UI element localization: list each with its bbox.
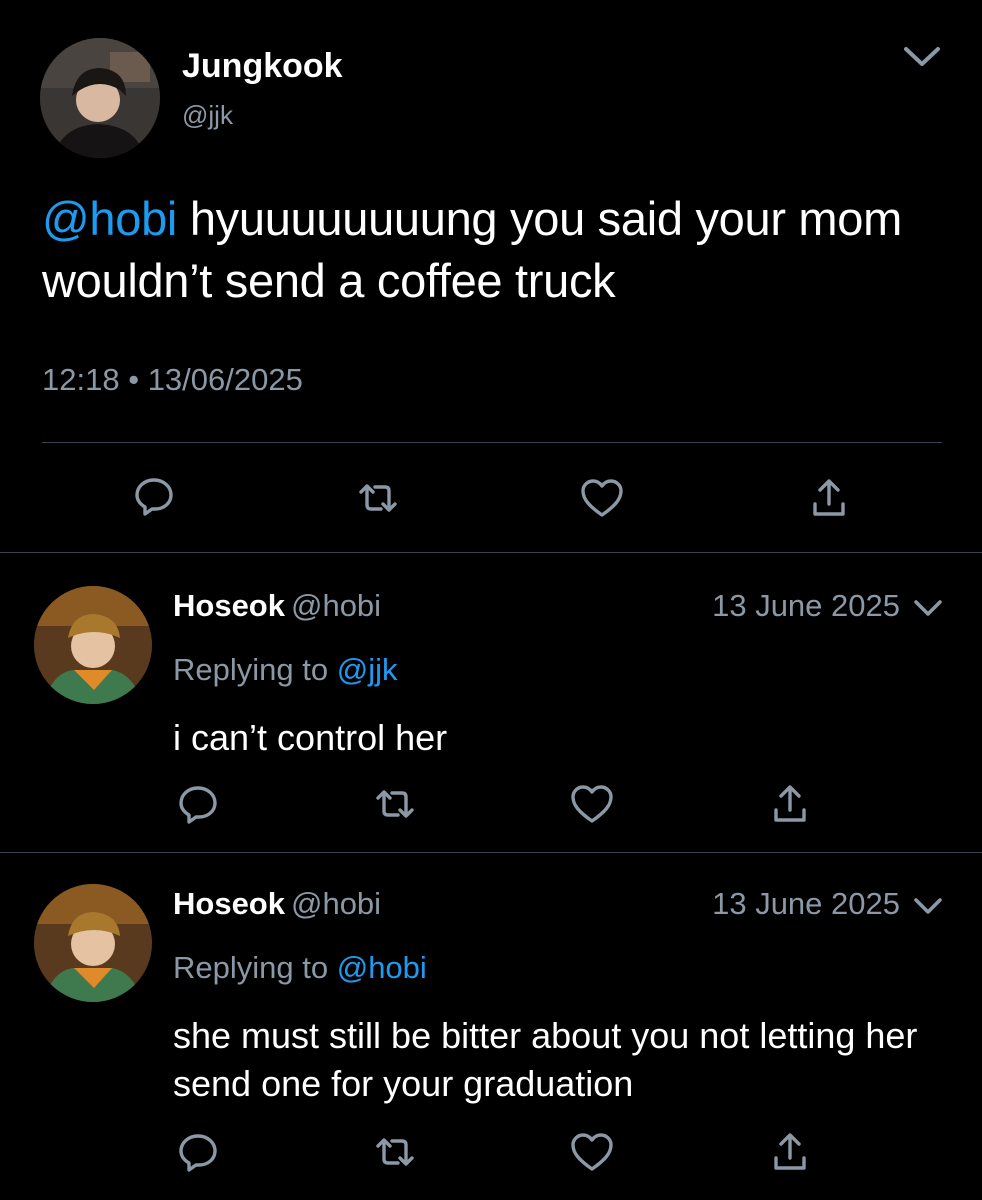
author-avatar[interactable]: [40, 38, 160, 158]
divider: [0, 552, 982, 553]
chevron-down-icon[interactable]: [912, 894, 944, 920]
share-icon[interactable]: [805, 474, 853, 522]
reply-header: Hoseok @hobi: [173, 884, 381, 924]
author-display-name[interactable]: Jungkook: [182, 44, 343, 88]
replying-to-line: Replying to @hobi: [173, 948, 427, 988]
avatar-photo: [34, 586, 152, 704]
divider: [0, 852, 982, 853]
author-handle[interactable]: @jjk: [182, 98, 233, 132]
reply-icon[interactable]: [174, 1128, 222, 1176]
mention-link[interactable]: @hobi: [42, 192, 177, 245]
tweet-text: @hobi hyuuuuuuuung you said your mom wou…: [42, 188, 942, 312]
tweet-date: 13/06/2025: [147, 362, 303, 397]
reply-display-name[interactable]: Hoseok: [173, 886, 285, 921]
divider: [42, 442, 942, 443]
like-icon[interactable]: [578, 474, 626, 522]
replying-to-mention[interactable]: @hobi: [337, 950, 427, 985]
reply-text: she must still be bitter about you not l…: [173, 1015, 918, 1104]
reply-avatar[interactable]: [34, 586, 152, 704]
like-icon[interactable]: [568, 780, 616, 828]
reply-handle[interactable]: @hobi: [291, 588, 381, 623]
reply-icon[interactable]: [130, 472, 178, 520]
reply-icon[interactable]: [174, 780, 222, 828]
replying-to-mention[interactable]: @jjk: [337, 652, 398, 687]
chevron-down-icon[interactable]: [900, 40, 944, 74]
retweet-icon[interactable]: [371, 780, 419, 828]
reply-avatar[interactable]: [34, 884, 152, 1002]
share-icon[interactable]: [766, 780, 814, 828]
replying-to-label: Replying to: [173, 950, 329, 985]
retweet-icon[interactable]: [371, 1128, 419, 1176]
share-icon[interactable]: [766, 1128, 814, 1176]
reply-date[interactable]: 13 June 2025: [712, 884, 900, 924]
reply-handle[interactable]: @hobi: [291, 886, 381, 921]
reply-text: i can’t control her: [173, 717, 448, 758]
like-icon[interactable]: [568, 1128, 616, 1176]
reply-display-name[interactable]: Hoseok: [173, 588, 285, 623]
reply-date[interactable]: 13 June 2025: [712, 586, 900, 626]
avatar-photo: [40, 38, 160, 158]
tweet-timestamp[interactable]: 12:18 • 13/06/2025: [42, 360, 303, 400]
chevron-down-icon[interactable]: [912, 596, 944, 622]
replying-to-label: Replying to: [173, 652, 329, 687]
replying-to-line: Replying to @jjk: [173, 650, 397, 690]
timestamp-separator: •: [128, 362, 140, 397]
avatar-photo: [34, 884, 152, 1002]
tweet-time: 12:18: [42, 362, 120, 397]
reply-header: Hoseok @hobi: [173, 586, 381, 626]
retweet-icon[interactable]: [354, 474, 402, 522]
